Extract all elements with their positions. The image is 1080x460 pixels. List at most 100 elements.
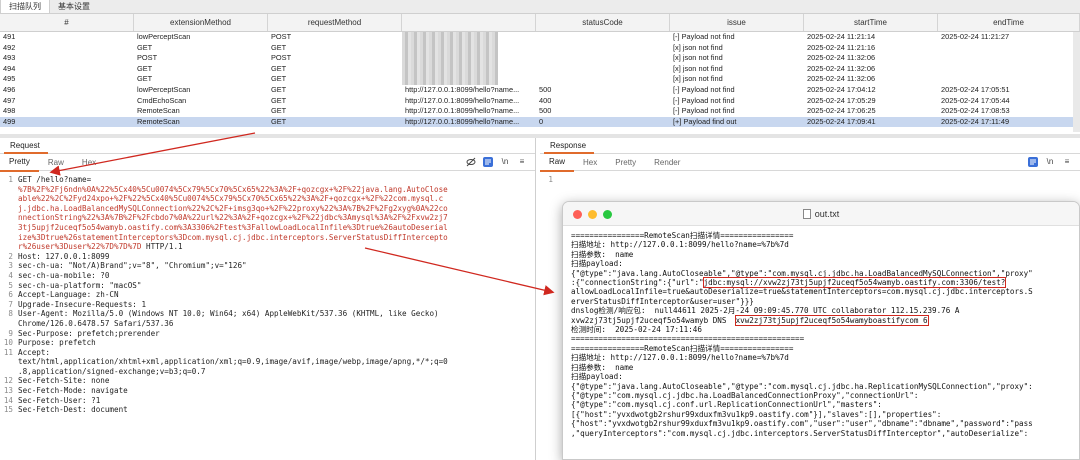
row-issue: [-] Payload not find [673,84,735,94]
code-line: 15 Sec-Fetch-Dest: document [0,405,535,415]
row-status-code: 500 [539,84,552,94]
column-header-url[interactable] [402,14,536,31]
out-line: xvw2zj73tj5upjf2uceqf5o54wamyb DNS xvw2z… [571,314,929,326]
line-text: Sec-Fetch-Mode: navigate [18,386,128,396]
out-txt-content[interactable]: ================RemoteScan扫描详情==========… [563,226,1079,443]
eye-off-icon[interactable] [466,157,476,167]
response-editor[interactable]: 1 [540,171,1080,185]
row-issue: [-] Payload not find [673,95,735,105]
table-scrollbar[interactable] [1073,32,1080,132]
payload-text: ize%3Dtrue%26statementInterceptors%3Dcom… [18,232,448,242]
line-number [0,233,18,243]
column-header-start-time[interactable]: startTime [804,14,938,31]
row-start-time: 2025-02-24 11:32:06 [807,53,876,63]
row-issue: [+] Payload find out [673,116,737,126]
row-request-method: POST [271,32,292,41]
row-start-time: 2025-02-24 17:06:25 [807,106,876,116]
row-request-method: GET [271,63,287,73]
close-window-button[interactable] [573,210,582,219]
out-line: {"host":"yvxdwotgb2rshur99xduxfm3vu1kp9.… [571,419,1033,429]
line-text: Sec-Fetch-Dest: document [18,405,128,415]
request-toolbar: \n ≡ [466,157,527,167]
newline-icon[interactable]: \n [500,157,510,167]
column-header-end-time[interactable]: endTime [938,14,1080,31]
window-titlebar[interactable]: out.txt [563,202,1079,226]
row-id: 492 [3,42,16,52]
tab-scan-queue[interactable]: 扫描队列 [0,0,50,13]
line-text: sec-ch-ua-platform: "macOS" [18,280,142,290]
out-line: :{"connectionString":{"url":"jdbc:mysql:… [571,277,1007,289]
row-issue: [-] Payload not find [673,106,735,116]
table-row[interactable]: 493 POST POST [x] json not find 2025-02-24 1… [0,53,1080,64]
table-body: 491 lowPerceptScan POST [-] Payload not fin… [0,32,1080,128]
line-text: HTTP/1.1 [141,242,183,252]
table-row[interactable]: 498 RemoteScan GET http://127.0.0.1:8099/he… [0,106,1080,117]
payload-text: able%22%2C%2Fyd24xpo+%2F%22%5Cx40%5Cu007… [18,194,444,204]
zoom-window-button[interactable] [603,210,612,219]
table-row[interactable]: 496 lowPerceptScan GET http://127.0.0.1:809… [0,85,1080,96]
row-request-method: GET [271,95,287,105]
table-row[interactable]: 499 RemoteScan GET http://127.0.0.1:8099/he… [0,116,1080,128]
code-line: 3 sec-ch-ua: "Not/A)Brand";v="8", "Chromi… [0,261,535,271]
line-number: 2 [8,251,13,261]
row-start-time: 2025-02-24 17:05:29 [807,95,876,105]
redacted-url [402,53,498,64]
request-pane: Request Pretty Raw Hex \n ≡ 1 GET /hello?… [0,138,536,460]
request-editor[interactable]: 1 GET /hello?name= %7B%2F%2Fj6ndn%0A%22%5C… [0,171,535,415]
row-status-code: 0 [539,116,544,126]
response-tab-raw[interactable]: Raw [540,153,575,172]
line-number: 13 [3,386,13,396]
column-header-extension-method[interactable]: extensionMethod [134,14,268,31]
row-id: 499 [3,116,16,126]
column-header-status-code[interactable]: statusCode [536,14,670,31]
request-tab-raw[interactable]: Raw [39,154,73,171]
menu-icon[interactable]: ≡ [517,157,527,167]
out-line: 检测时间: 2025-02-24 17:11:46 [571,325,702,335]
table-row[interactable]: 495 GET GET [x] json not find 2025-02-24 11:… [0,74,1080,85]
minimize-window-button[interactable] [588,210,597,219]
tab-basic-settings[interactable]: 基本设置 [50,0,98,13]
line-text: sec-ch-ua-mobile: ?0 [18,270,110,280]
row-id: 496 [3,84,16,94]
table-row[interactable]: 491 lowPerceptScan POST [-] Payload not fin… [0,32,1080,43]
row-extension-method: lowPerceptScan [137,84,191,94]
request-tab-pretty[interactable]: Pretty [0,153,39,172]
column-header-issue[interactable]: issue [670,14,804,31]
top-tab-bar: 扫描队列 基本设置 [0,0,1080,14]
table-row[interactable]: 494 GET GET [x] json not find 2025-02-24 11:… [0,63,1080,75]
out-line: erverStatusDiffInterceptor&user=user"}}} [571,296,754,306]
response-tab-pretty[interactable]: Pretty [606,154,645,171]
table-row[interactable]: 497 CmdEchoScan GET http://127.0.0.1:8099/h… [0,96,1080,107]
line-number: 11 [3,347,13,357]
line-number: 12 [3,376,13,386]
wrap-icon[interactable] [483,157,493,167]
menu-icon[interactable]: ≡ [1062,157,1072,167]
line-text: Upgrade-Insecure-Requests: 1 [18,299,147,309]
row-id: 494 [3,63,16,73]
table-row[interactable]: 492 GET GET [x] json not find 2025-02-24 11:… [0,42,1080,54]
column-header-request-method[interactable]: requestMethod [268,14,402,31]
column-header-id[interactable]: # [0,14,134,31]
out-line: dnslog检测/响应包: null44611 2025-2月-24 09:09… [571,306,960,316]
row-end-time: 2025-02-24 17:05:44 [941,95,1010,105]
newline-icon[interactable]: \n [1045,157,1055,167]
code-line: j.jdbc.ha.LoadBalancedMySQLConnection%22… [0,204,535,214]
out-line: ========================================… [571,334,805,344]
row-request-method: GET [271,116,287,126]
row-end-time: 2025-02-24 17:05:51 [941,84,1010,94]
row-url [402,53,536,64]
row-start-time: 2025-02-24 11:21:16 [807,42,876,52]
line-number [0,194,18,204]
out-line: 扫描参数: name [571,249,634,259]
line-number: 10 [3,338,13,348]
response-tab-hex[interactable]: Hex [574,154,606,171]
row-issue: [x] json not find [673,63,723,73]
wrap-icon[interactable] [1028,157,1038,167]
request-view-tabs: Pretty Raw Hex \n ≡ [0,153,535,172]
response-tab-render[interactable]: Render [645,154,689,171]
row-request-method: GET [271,74,287,84]
request-tab-hex[interactable]: Hex [73,154,105,171]
row-issue: [x] json not find [673,74,723,84]
document-icon [802,208,811,219]
line-text: Accept: [18,347,51,357]
